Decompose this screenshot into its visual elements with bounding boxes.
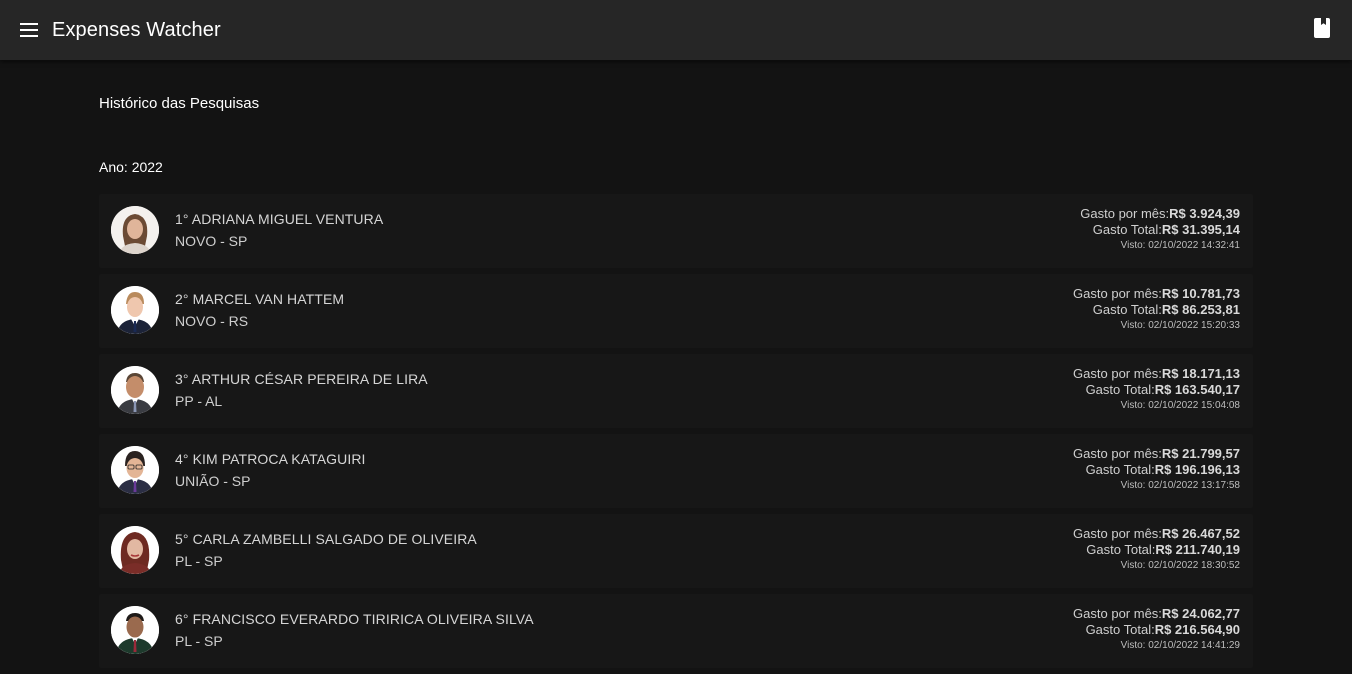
monthly-expense-label: Gasto por mês: bbox=[1073, 526, 1162, 541]
avatar bbox=[111, 446, 159, 494]
total-expense: Gasto Total:R$ 31.395,14 bbox=[1080, 222, 1240, 238]
monthly-expense-value: R$ 24.062,77 bbox=[1161, 606, 1240, 621]
bookmark-icon[interactable] bbox=[1312, 16, 1332, 40]
menu-icon[interactable] bbox=[17, 18, 41, 42]
monthly-expense-label: Gasto por mês: bbox=[1080, 206, 1170, 221]
deputy-party: PL - SP bbox=[175, 553, 223, 569]
total-expense: Gasto Total:R$ 216.564,90 bbox=[1073, 622, 1240, 638]
avatar bbox=[111, 366, 159, 414]
monthly-expense-label: Gasto por mês: bbox=[1073, 366, 1162, 381]
monthly-expense: Gasto por mês:R$ 26.467,52 bbox=[1073, 526, 1240, 542]
search-history-list: 1° ADRIANA MIGUEL VENTURA NOVO - SP Gast… bbox=[99, 194, 1253, 674]
total-expense-value: R$ 211.740,19 bbox=[1155, 542, 1240, 557]
expense-stats: Gasto por mês:R$ 18.171,13 Gasto Total:R… bbox=[1073, 366, 1240, 414]
monthly-expense: Gasto por mês:R$ 18.171,13 bbox=[1073, 366, 1240, 382]
deputy-name: 5° CARLA ZAMBELLI SALGADO DE OLIVEIRA bbox=[175, 531, 477, 547]
total-expense-label: Gasto Total: bbox=[1092, 302, 1162, 317]
deputy-name: 6° FRANCISCO EVERARDO TIRIRICA OLIVEIRA … bbox=[175, 611, 534, 627]
total-expense: Gasto Total:R$ 196.196,13 bbox=[1073, 462, 1240, 478]
avatar bbox=[111, 206, 159, 254]
deputy-party: PP - AL bbox=[175, 393, 223, 409]
monthly-expense-value: R$ 21.799,57 bbox=[1161, 446, 1240, 461]
list-item[interactable]: 1° ADRIANA MIGUEL VENTURA NOVO - SP Gast… bbox=[99, 194, 1253, 268]
expense-stats: Gasto por mês:R$ 10.781,73 Gasto Total:R… bbox=[1073, 286, 1240, 334]
deputy-party: NOVO - SP bbox=[175, 233, 248, 249]
list-item[interactable]: 2° MARCEL VAN HATTEM NOVO - RS Gasto por… bbox=[99, 274, 1253, 348]
total-expense-value: R$ 163.540,17 bbox=[1154, 382, 1240, 397]
total-expense-label: Gasto Total: bbox=[1086, 542, 1156, 557]
seen-timestamp: Visto: 02/10/2022 14:41:29 bbox=[1120, 640, 1240, 651]
total-expense-value: R$ 86.253,81 bbox=[1161, 302, 1240, 317]
avatar bbox=[111, 526, 159, 574]
expense-stats: Gasto por mês:R$ 21.799,57 Gasto Total:R… bbox=[1073, 446, 1240, 494]
app-title: Expenses Watcher bbox=[52, 18, 221, 41]
total-expense: Gasto Total:R$ 163.540,17 bbox=[1073, 382, 1240, 398]
seen-timestamp: Visto: 02/10/2022 15:20:33 bbox=[1120, 320, 1240, 331]
seen-timestamp: Visto: 02/10/2022 15:04:08 bbox=[1120, 400, 1240, 411]
monthly-expense: Gasto por mês:R$ 10.781,73 bbox=[1073, 286, 1240, 302]
monthly-expense-label: Gasto por mês: bbox=[1073, 286, 1162, 301]
monthly-expense-value: R$ 18.171,13 bbox=[1161, 366, 1240, 381]
total-expense-label: Gasto Total: bbox=[1085, 622, 1155, 637]
expense-stats: Gasto por mês:R$ 3.924,39 Gasto Total:R$… bbox=[1080, 206, 1240, 254]
deputy-name: 2° MARCEL VAN HATTEM bbox=[175, 291, 345, 307]
list-item[interactable]: 3° ARTHUR CÉSAR PEREIRA DE LIRA PP - AL … bbox=[99, 354, 1253, 428]
seen-timestamp: Visto: 02/10/2022 18:30:52 bbox=[1120, 560, 1240, 571]
deputy-party: NOVO - RS bbox=[175, 313, 249, 329]
expense-stats: Gasto por mês:R$ 24.062,77 Gasto Total:R… bbox=[1073, 606, 1240, 654]
monthly-expense-value: R$ 10.781,73 bbox=[1161, 286, 1240, 301]
total-expense-label: Gasto Total: bbox=[1092, 222, 1162, 237]
total-expense-label: Gasto Total: bbox=[1085, 382, 1155, 397]
total-expense: Gasto Total:R$ 86.253,81 bbox=[1073, 302, 1240, 318]
total-expense-value: R$ 31.395,14 bbox=[1161, 222, 1240, 237]
avatar bbox=[111, 606, 159, 654]
monthly-expense: Gasto por mês:R$ 24.062,77 bbox=[1073, 606, 1240, 622]
deputy-party: PL - SP bbox=[175, 633, 223, 649]
expense-stats: Gasto por mês:R$ 26.467,52 Gasto Total:R… bbox=[1073, 526, 1240, 574]
year-label: Ano: 2022 bbox=[99, 159, 163, 175]
list-item[interactable]: 6° FRANCISCO EVERARDO TIRIRICA OLIVEIRA … bbox=[99, 594, 1253, 668]
list-item[interactable]: 5° CARLA ZAMBELLI SALGADO DE OLIVEIRA PL… bbox=[99, 514, 1253, 588]
monthly-expense: Gasto por mês:R$ 3.924,39 bbox=[1080, 206, 1240, 222]
avatar bbox=[111, 286, 159, 334]
monthly-expense-label: Gasto por mês: bbox=[1073, 446, 1162, 461]
total-expense-value: R$ 196.196,13 bbox=[1154, 462, 1240, 477]
monthly-expense-value: R$ 26.467,52 bbox=[1161, 526, 1240, 541]
top-app-bar: Expenses Watcher bbox=[0, 0, 1352, 60]
deputy-name: 4° KIM PATROCA KATAGUIRI bbox=[175, 451, 366, 467]
deputy-party: UNIÃO - SP bbox=[175, 473, 251, 489]
total-expense-label: Gasto Total: bbox=[1085, 462, 1155, 477]
monthly-expense-label: Gasto por mês: bbox=[1073, 606, 1162, 621]
monthly-expense-value: R$ 3.924,39 bbox=[1169, 206, 1240, 221]
page-title: Histórico das Pesquisas bbox=[99, 95, 260, 112]
deputy-name: 3° ARTHUR CÉSAR PEREIRA DE LIRA bbox=[175, 371, 428, 387]
deputy-name: 1° ADRIANA MIGUEL VENTURA bbox=[175, 211, 384, 227]
total-expense: Gasto Total:R$ 211.740,19 bbox=[1073, 542, 1240, 558]
list-item[interactable]: 4° KIM PATROCA KATAGUIRI UNIÃO - SP Gast… bbox=[99, 434, 1253, 508]
seen-timestamp: Visto: 02/10/2022 14:32:41 bbox=[1120, 240, 1240, 251]
seen-timestamp: Visto: 02/10/2022 13:17:58 bbox=[1120, 480, 1240, 491]
total-expense-value: R$ 216.564,90 bbox=[1154, 622, 1240, 637]
monthly-expense: Gasto por mês:R$ 21.799,57 bbox=[1073, 446, 1240, 462]
